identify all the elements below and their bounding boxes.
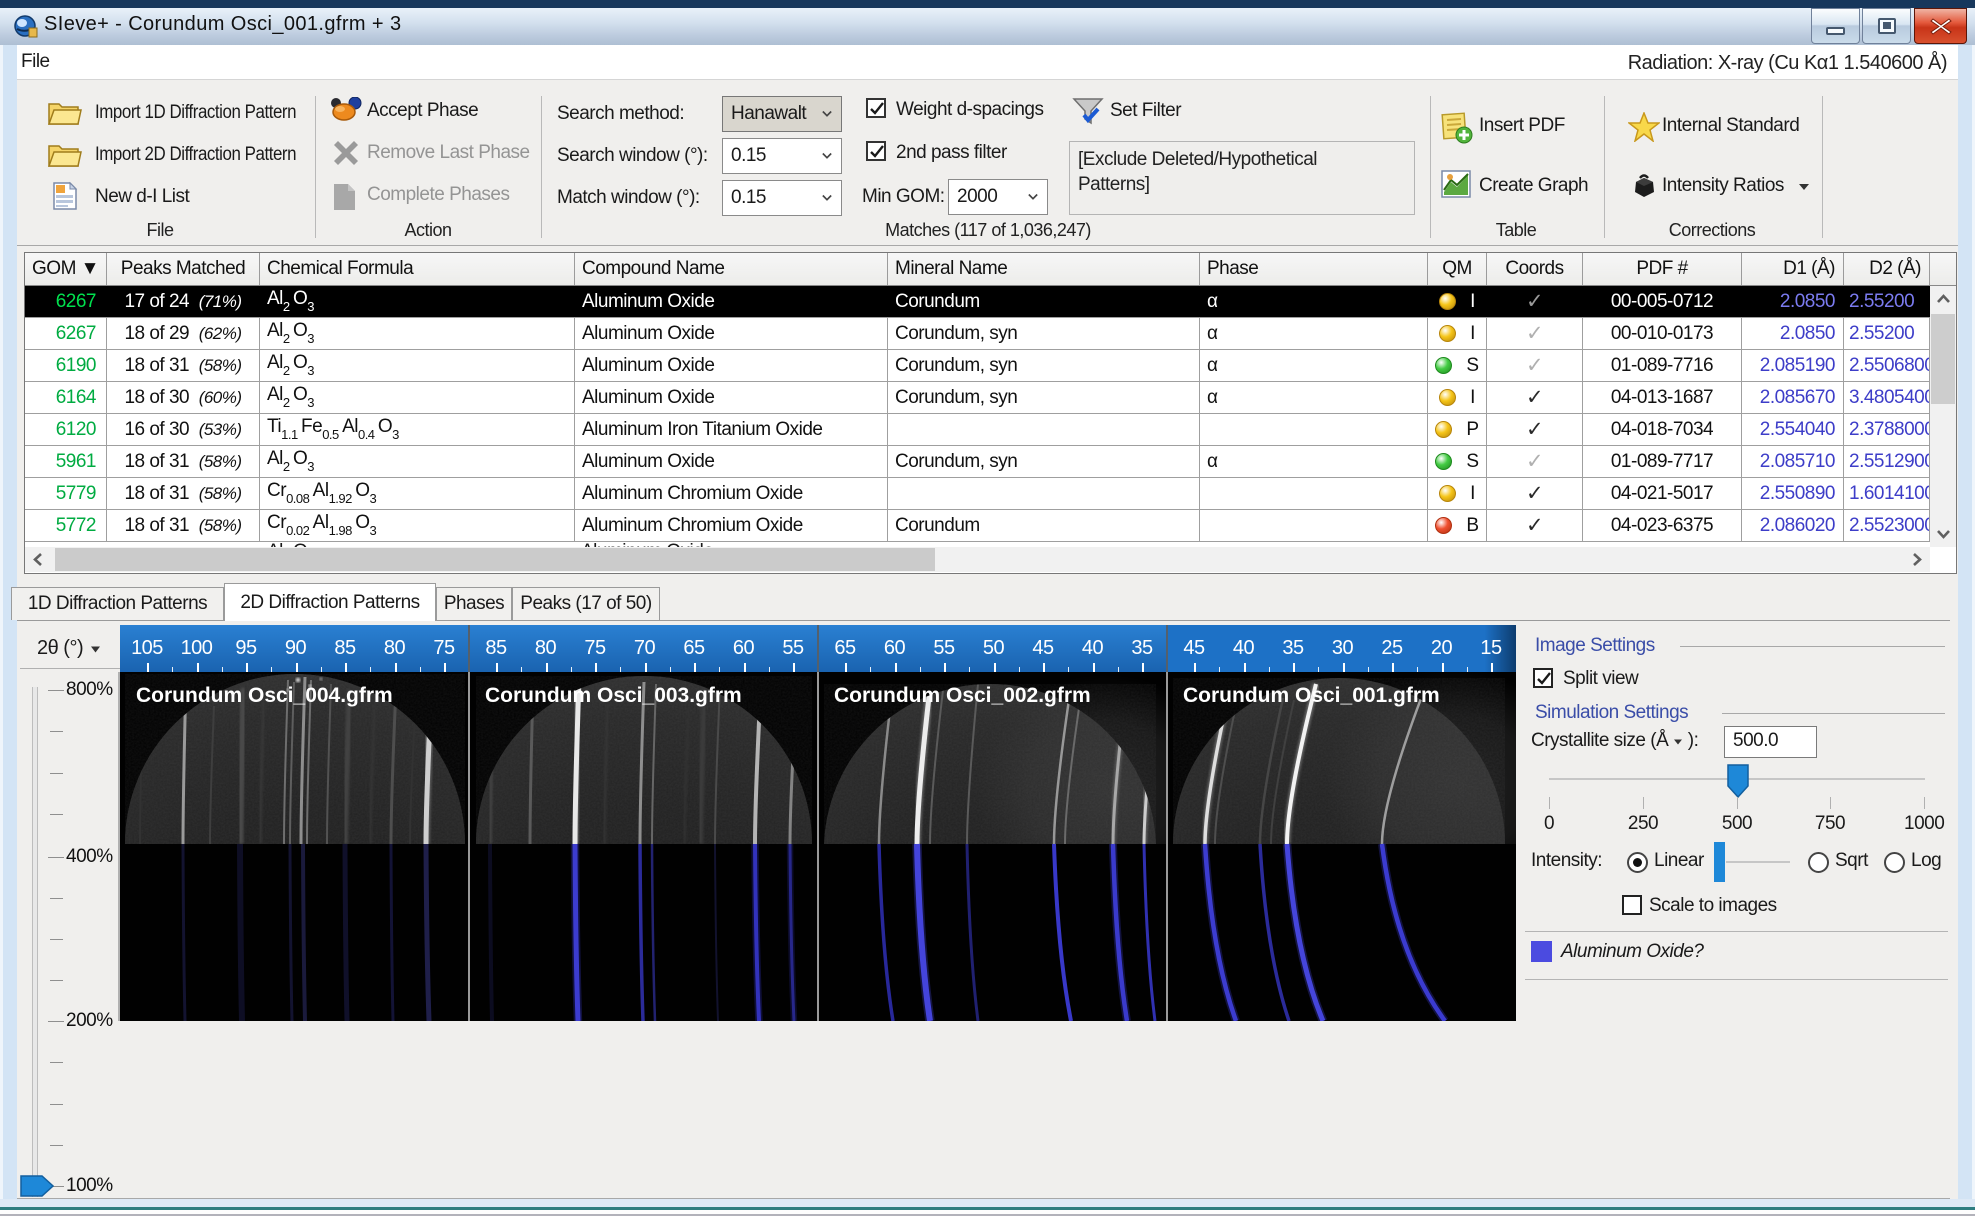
svg-text:Corundum Osci_001.gfrm: Corundum Osci_001.gfrm [1183,684,1440,707]
svg-text:Corundum Osci_004.gfrm: Corundum Osci_004.gfrm [136,684,393,707]
svg-text:Corundum Osci_003.gfrm: Corundum Osci_003.gfrm [485,684,742,707]
svg-text:Corundum Osci_002.gfrm: Corundum Osci_002.gfrm [834,684,1091,707]
